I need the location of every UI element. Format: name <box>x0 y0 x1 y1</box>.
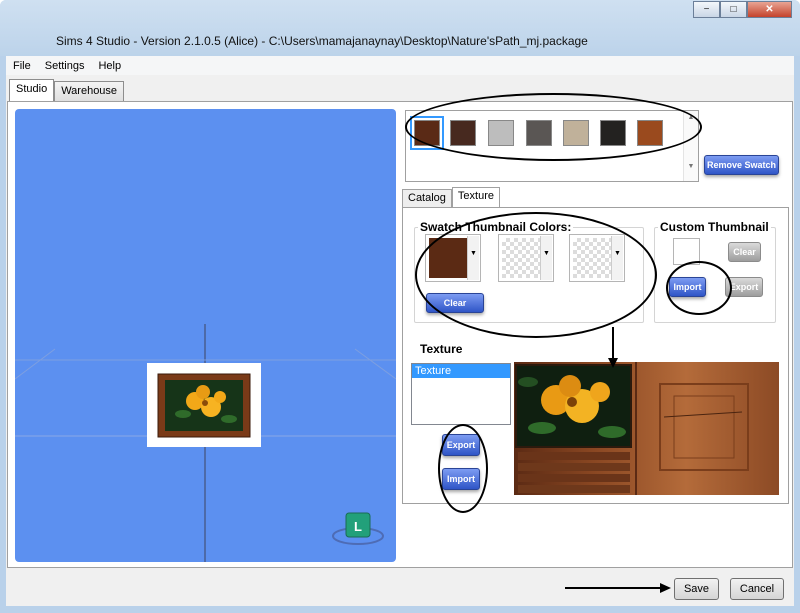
application-window: Sims 4 Studio - Version 2.1.0.5 (Alice) … <box>0 0 800 613</box>
arrow-head-icon <box>660 583 671 593</box>
annotation-arrows <box>565 327 671 593</box>
arrow-head-icon <box>608 358 618 368</box>
